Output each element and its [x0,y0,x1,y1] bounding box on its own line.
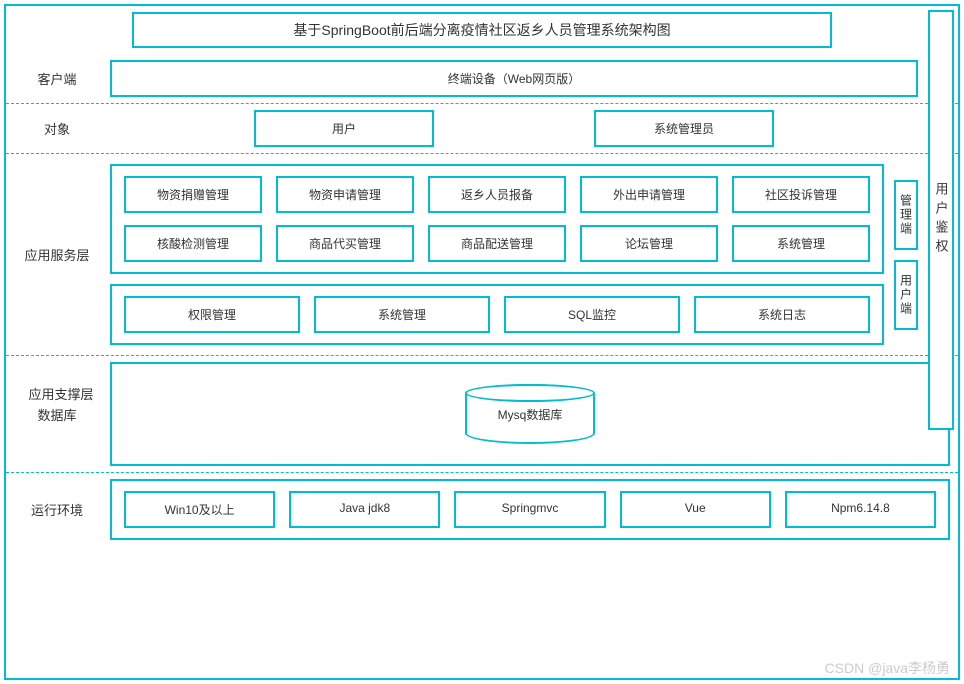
rt-win10: Win10及以上 [124,491,275,528]
layer-runtime: 运行环境 Win10及以上 Java jdk8 Springmvc Vue Np… [6,473,958,546]
svc-apply: 物资申请管理 [276,176,414,213]
svc-delivery: 商品配送管理 [428,225,566,262]
support-container: 权限管理 系统管理 SQL监控 系统日志 [110,284,884,345]
layer-service: 应用服务层 物资捐赠管理 物资申请管理 返乡人员报备 外出申请管理 社区投诉管理 [6,154,958,356]
runtime-container: Win10及以上 Java jdk8 Springmvc Vue Npm6.14… [110,479,950,540]
db-body: Mysq数据库 [110,362,950,466]
svc-proxy-buy: 商品代买管理 [276,225,414,262]
title-row: 基于SpringBoot前后端分离疫情社区返乡人员管理系统架构图 [6,6,958,54]
svc-outing-apply: 外出申请管理 [580,176,718,213]
rt-springmvc: Springmvc [454,491,605,528]
rt-vue: Vue [620,491,771,528]
svc-nucleic: 核酸检测管理 [124,225,262,262]
layer-label-support: 应用支撑层 [18,384,104,403]
layer-actors: 对象 用户 系统管理员 [6,104,958,154]
support-log: 系统日志 [694,296,870,333]
diagram-outer: 基于SpringBoot前后端分离疫情社区返乡人员管理系统架构图 用户鉴权 客户… [4,4,960,680]
svc-system: 系统管理 [732,225,870,262]
svc-complaint: 社区投诉管理 [732,176,870,213]
service-container: 物资捐赠管理 物资申请管理 返乡人员报备 外出申请管理 社区投诉管理 核酸检测管… [110,164,884,274]
side-admin: 管理端 [894,180,918,250]
db-cylinder: Mysq数据库 [465,384,595,444]
layer-label-actors: 对象 [14,119,100,138]
svc-return-report: 返乡人员报备 [428,176,566,213]
layer-client: 客户端 终端设备（Web网页版） [6,54,958,104]
rt-npm: Npm6.14.8 [785,491,936,528]
service-side-labels: 管理端 用户端 [894,164,918,345]
layers-column: 客户端 终端设备（Web网页版） 对象 用户 系统管理员 应用服务层 [6,54,958,678]
main-area: 客户端 终端设备（Web网页版） 对象 用户 系统管理员 应用服务层 [6,54,958,678]
support-auth: 权限管理 [124,296,300,333]
actor-admin: 系统管理员 [594,110,774,147]
db-cylinder-label: Mysq数据库 [498,406,563,423]
layer-label-runtime: 运行环境 [14,500,100,519]
client-box: 终端设备（Web网页版） [110,60,918,97]
svc-donation: 物资捐赠管理 [124,176,262,213]
support-sql: SQL监控 [504,296,680,333]
diagram-title: 基于SpringBoot前后端分离疫情社区返乡人员管理系统架构图 [132,12,832,48]
actor-user: 用户 [254,110,434,147]
svc-forum: 论坛管理 [580,225,718,262]
layer-label-db: 数据库 [14,405,100,424]
layer-db: 数据库 Mysq数据库 [6,356,958,473]
side-user: 用户端 [894,260,918,330]
rt-jdk8: Java jdk8 [289,491,440,528]
user-auth-sidebar: 用户鉴权 [928,10,954,430]
layer-label-service: 应用服务层 [14,245,100,264]
layer-label-client: 客户端 [14,69,100,88]
support-sys: 系统管理 [314,296,490,333]
